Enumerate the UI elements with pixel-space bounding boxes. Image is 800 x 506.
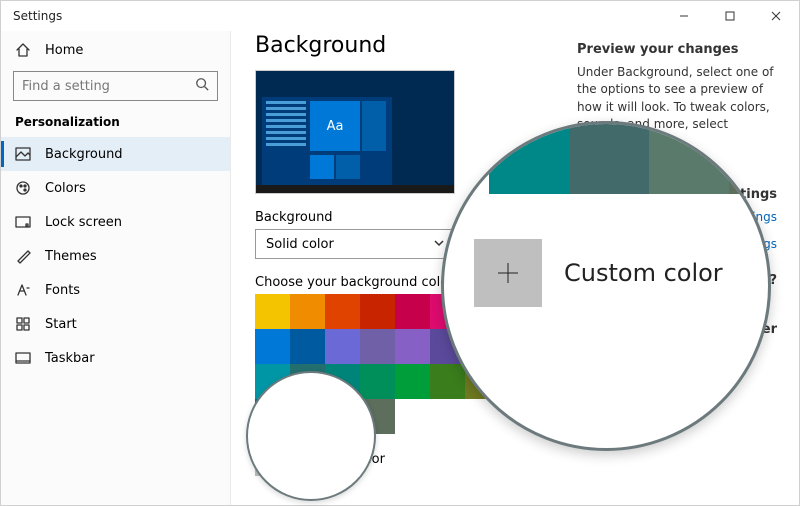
color-swatch[interactable]: [360, 399, 395, 434]
color-swatch[interactable]: [290, 399, 325, 434]
nav-home[interactable]: Home: [1, 33, 230, 67]
window-controls: [661, 1, 799, 31]
preview-heading: Preview your changes: [577, 41, 777, 60]
magnifier-large: Custom color: [441, 121, 771, 451]
preview-sample-text: Aa: [310, 101, 360, 151]
nav-colors-label: Colors: [45, 181, 86, 196]
color-swatch[interactable]: [395, 364, 430, 399]
settings-window: Settings Home Find a setting Personaliza…: [0, 0, 800, 506]
palette-icon: [15, 180, 31, 196]
nav-colors[interactable]: Colors: [1, 171, 230, 205]
color-swatch[interactable]: [430, 364, 465, 399]
color-swatch[interactable]: [325, 399, 360, 434]
titlebar: Settings: [1, 1, 799, 31]
nav-background[interactable]: Background: [1, 137, 230, 171]
close-button[interactable]: [753, 1, 799, 31]
nav-lockscreen[interactable]: Lock screen: [1, 205, 230, 239]
nav-start-label: Start: [45, 317, 77, 332]
nav-themes-label: Themes: [45, 249, 97, 264]
search-placeholder: Find a setting: [22, 79, 110, 94]
nav-themes[interactable]: Themes: [1, 239, 230, 273]
background-dropdown[interactable]: Solid color: [255, 229, 455, 259]
nav-home-label: Home: [45, 43, 83, 58]
mag-custom-label: Custom color: [564, 259, 723, 287]
lock-icon: [15, 214, 31, 230]
color-swatch[interactable]: [290, 329, 325, 364]
color-swatch[interactable]: [290, 364, 325, 399]
font-icon: [15, 282, 31, 298]
color-swatch: [649, 124, 729, 194]
grid-icon: [15, 316, 31, 332]
color-swatch[interactable]: [290, 294, 325, 329]
nav-taskbar[interactable]: Taskbar: [1, 341, 230, 375]
section-label: Personalization: [1, 109, 230, 137]
color-swatch[interactable]: [325, 294, 360, 329]
background-value: Solid color: [266, 237, 334, 252]
color-swatch: [489, 124, 569, 194]
color-swatch[interactable]: [395, 329, 430, 364]
nav-lockscreen-label: Lock screen: [45, 215, 122, 230]
home-icon: [15, 42, 31, 58]
color-swatch[interactable]: [255, 399, 290, 434]
color-swatch[interactable]: [360, 329, 395, 364]
chevron-down-icon: [434, 237, 444, 252]
color-swatch: [729, 124, 771, 194]
brush-icon: [15, 248, 31, 264]
sidebar: Home Find a setting Personalization Back…: [1, 31, 231, 505]
nav-start[interactable]: Start: [1, 307, 230, 341]
window-title: Settings: [1, 9, 62, 23]
nav-fonts[interactable]: Fonts: [1, 273, 230, 307]
search-icon: [195, 77, 209, 95]
nav-background-label: Background: [45, 147, 123, 162]
color-swatch[interactable]: [325, 364, 360, 399]
custom-color-button[interactable]: Custom color: [255, 442, 775, 476]
search-input[interactable]: Find a setting: [13, 71, 218, 101]
color-swatch[interactable]: [360, 364, 395, 399]
preview-start: Aa: [262, 97, 392, 185]
picture-icon: [15, 146, 31, 162]
color-swatch: [569, 124, 649, 194]
color-swatch[interactable]: [325, 329, 360, 364]
mag-plus-icon: [474, 239, 542, 307]
maximize-button[interactable]: [707, 1, 753, 31]
color-swatch[interactable]: [360, 294, 395, 329]
plus-icon: [255, 442, 289, 476]
taskbar-icon: [15, 350, 31, 366]
color-swatch[interactable]: [395, 294, 430, 329]
nav-fonts-label: Fonts: [45, 283, 80, 298]
color-swatch[interactable]: [255, 294, 290, 329]
custom-color-label: Custom color: [299, 452, 385, 467]
minimize-button[interactable]: [661, 1, 707, 31]
color-swatch[interactable]: [255, 364, 290, 399]
color-swatch[interactable]: [255, 329, 290, 364]
desktop-preview: Aa: [255, 70, 455, 194]
nav-taskbar-label: Taskbar: [45, 351, 95, 366]
